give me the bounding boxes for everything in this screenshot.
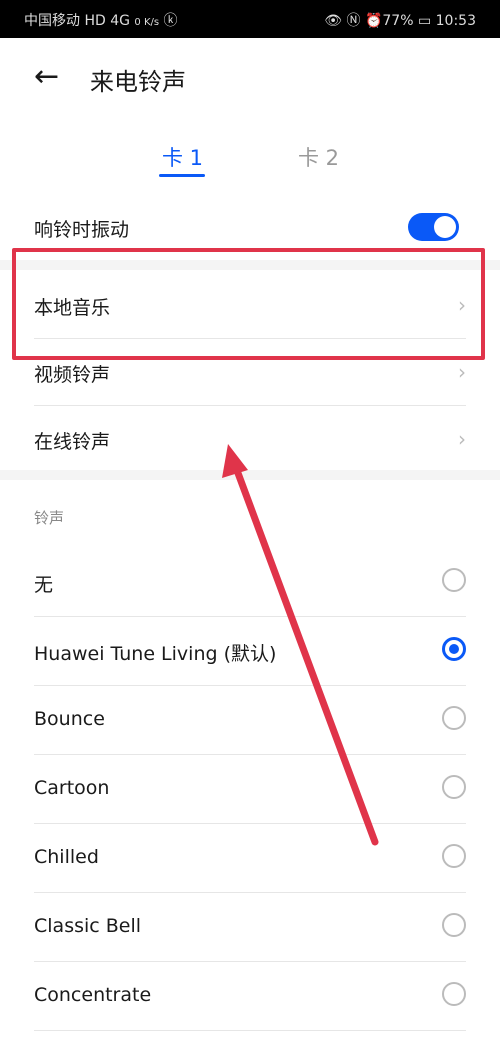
annotation-arrow [222, 444, 379, 846]
